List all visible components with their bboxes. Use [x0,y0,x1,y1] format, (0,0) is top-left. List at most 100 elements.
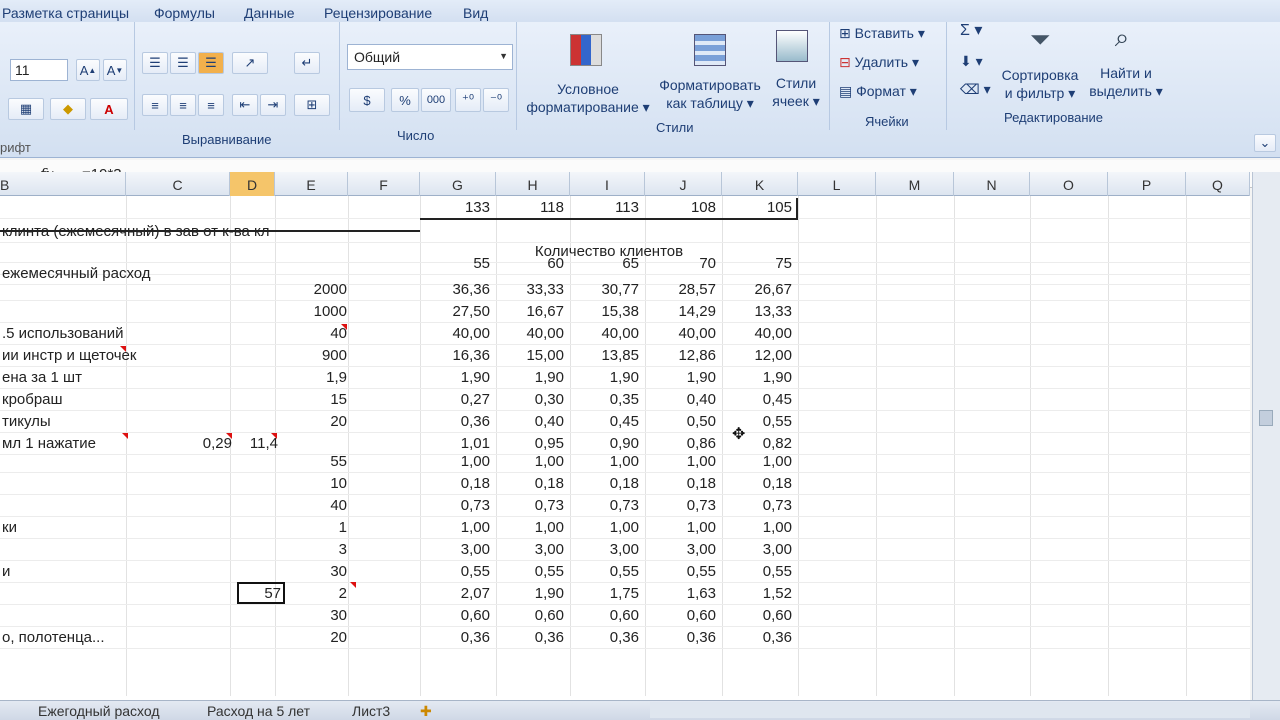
value-cell[interactable]: 1,00 [722,519,792,536]
value-cell[interactable]: 0,86 [645,435,716,452]
value-cell[interactable]: 1,90 [722,369,792,386]
delete-button[interactable]: ⊟ Удалить ▾ [839,53,919,71]
value-cell[interactable]: 3,00 [645,541,716,558]
value-cell[interactable]: 0,18 [496,475,564,492]
value-cell[interactable]: 1,00 [570,519,639,536]
row-label[interactable]: ии инстр и щеточек [2,347,136,364]
value-cell[interactable]: 1,00 [496,519,564,536]
value-cell[interactable]: 75 [722,255,792,272]
align-right-icon[interactable]: ≡ [198,94,224,116]
value-cell[interactable]: 0,35 [570,391,639,408]
value-cell[interactable]: 1,63 [645,585,716,602]
column-header-h[interactable]: H [496,172,570,196]
value-cell[interactable]: 0,55 [496,563,564,580]
value-cell[interactable]: 12,00 [722,347,792,364]
value-cell[interactable]: 40,00 [420,325,490,342]
column-header-f[interactable]: F [348,172,420,196]
cell-e[interactable]: 15 [275,391,347,408]
number-format-select[interactable]: Общий ▼ [347,44,513,70]
value-cell[interactable]: 3,00 [570,541,639,558]
column-header-e[interactable]: E [275,172,348,196]
cell-e[interactable]: 40 [275,497,347,514]
increase-indent-icon[interactable]: ⇥ [260,94,286,116]
value-cell[interactable]: 0,36 [420,413,490,430]
value-cell[interactable]: 1,75 [570,585,639,602]
value-cell[interactable]: 0,73 [570,497,639,514]
borders-button[interactable]: ▦ [8,98,44,120]
decrease-indent-icon[interactable]: ⇤ [232,94,258,116]
value-cell[interactable]: 0,36 [570,629,639,646]
value-cell[interactable]: 36,36 [420,281,490,298]
value-cell[interactable]: 3,00 [722,541,792,558]
cell-e[interactable]: 1 [275,519,347,536]
value-cell[interactable]: 0,73 [420,497,490,514]
value-cell[interactable]: 1,00 [496,453,564,470]
value-cell[interactable]: 0,45 [722,391,792,408]
column-header-l[interactable]: L [798,172,876,196]
fill-icon[interactable]: ⬇ ▾ [960,52,983,70]
shrink-font-button[interactable]: A ▼ [103,59,127,81]
cell-e[interactable]: 30 [275,563,347,580]
format-as-table-button[interactable]: Форматировать как таблицу ▾ [652,76,768,112]
sheet-tab-five-years[interactable]: Расход на 5 лет [207,703,310,719]
row-label[interactable]: кробраш [2,391,63,408]
value-cell[interactable]: 0,60 [722,607,792,624]
new-sheet-icon[interactable]: ✚ [420,703,432,720]
value-cell[interactable]: 0,30 [496,391,564,408]
value-cell[interactable]: 0,50 [645,413,716,430]
row-label[interactable]: о, полотенца... [2,629,105,646]
value-cell[interactable]: 0,36 [420,629,490,646]
value-cell[interactable]: 0,27 [420,391,490,408]
cell-e[interactable]: 10 [275,475,347,492]
column-header-b[interactable]: B [0,172,126,196]
align-bottom-icon[interactable]: ☰ [198,52,224,74]
value-cell[interactable]: 30,77 [570,281,639,298]
cell-e[interactable]: 2 [275,585,347,602]
tab-review[interactable]: Рецензирование [324,5,432,21]
value-cell[interactable]: 0,40 [645,391,716,408]
worksheet-grid[interactable]: 133118113108105клинта (ежемесячный) в за… [0,196,1250,702]
autosum-icon[interactable]: Σ ▾ [960,22,982,40]
cell-c[interactable]: 0,29 [180,435,232,452]
orientation-icon[interactable]: ↗ [232,52,268,74]
value-cell[interactable]: 0,45 [570,413,639,430]
value-cell[interactable]: 40,00 [645,325,716,342]
value-cell[interactable]: 3,00 [420,541,490,558]
tab-formulas[interactable]: Формулы [154,5,215,21]
font-size-select[interactable]: 11 [10,59,68,81]
value-cell[interactable]: 0,73 [496,497,564,514]
cell-e[interactable]: 900 [275,347,347,364]
value-cell[interactable]: 0,55 [645,563,716,580]
row-label[interactable]: ена за 1 шт [2,369,82,386]
tab-data[interactable]: Данные [244,5,295,21]
row-label[interactable]: мл 1 нажатие [2,435,96,452]
value-cell[interactable]: 28,57 [645,281,716,298]
sort-filter-button[interactable]: Сортировка и фильтр ▾ [996,66,1084,102]
percent-button[interactable]: % [391,88,419,112]
value-cell[interactable]: 0,73 [645,497,716,514]
column-header-m[interactable]: M [876,172,954,196]
cell-e[interactable]: 2000 [275,281,347,298]
row-label[interactable]: ежемесячный расход [2,265,151,282]
column-header-q[interactable]: Q [1186,172,1250,196]
value-cell[interactable]: 27,50 [420,303,490,320]
value-cell[interactable]: 60 [496,255,564,272]
value-cell[interactable]: 0,36 [645,629,716,646]
column-header-g[interactable]: G [420,172,496,196]
value-cell[interactable]: 16,36 [420,347,490,364]
value-cell[interactable]: 0,60 [496,607,564,624]
clear-icon[interactable]: ⌫ ▾ [960,80,991,98]
tab-view[interactable]: Вид [463,5,488,21]
value-cell[interactable]: 12,86 [645,347,716,364]
scroll-thumb[interactable] [1259,410,1273,426]
cell-e[interactable]: 30 [275,607,347,624]
tab-page-layout[interactable]: Разметка страницы [2,5,129,21]
value-cell[interactable]: 0,18 [420,475,490,492]
value-cell[interactable]: 2,07 [420,585,490,602]
value-cell[interactable]: 1,00 [645,519,716,536]
column-header-d[interactable]: D [230,172,275,196]
value-cell[interactable]: 0,55 [570,563,639,580]
wrap-text-icon[interactable]: ↵ [294,52,320,74]
active-cell[interactable]: 57 [237,582,285,604]
value-cell[interactable]: 0,36 [722,629,792,646]
